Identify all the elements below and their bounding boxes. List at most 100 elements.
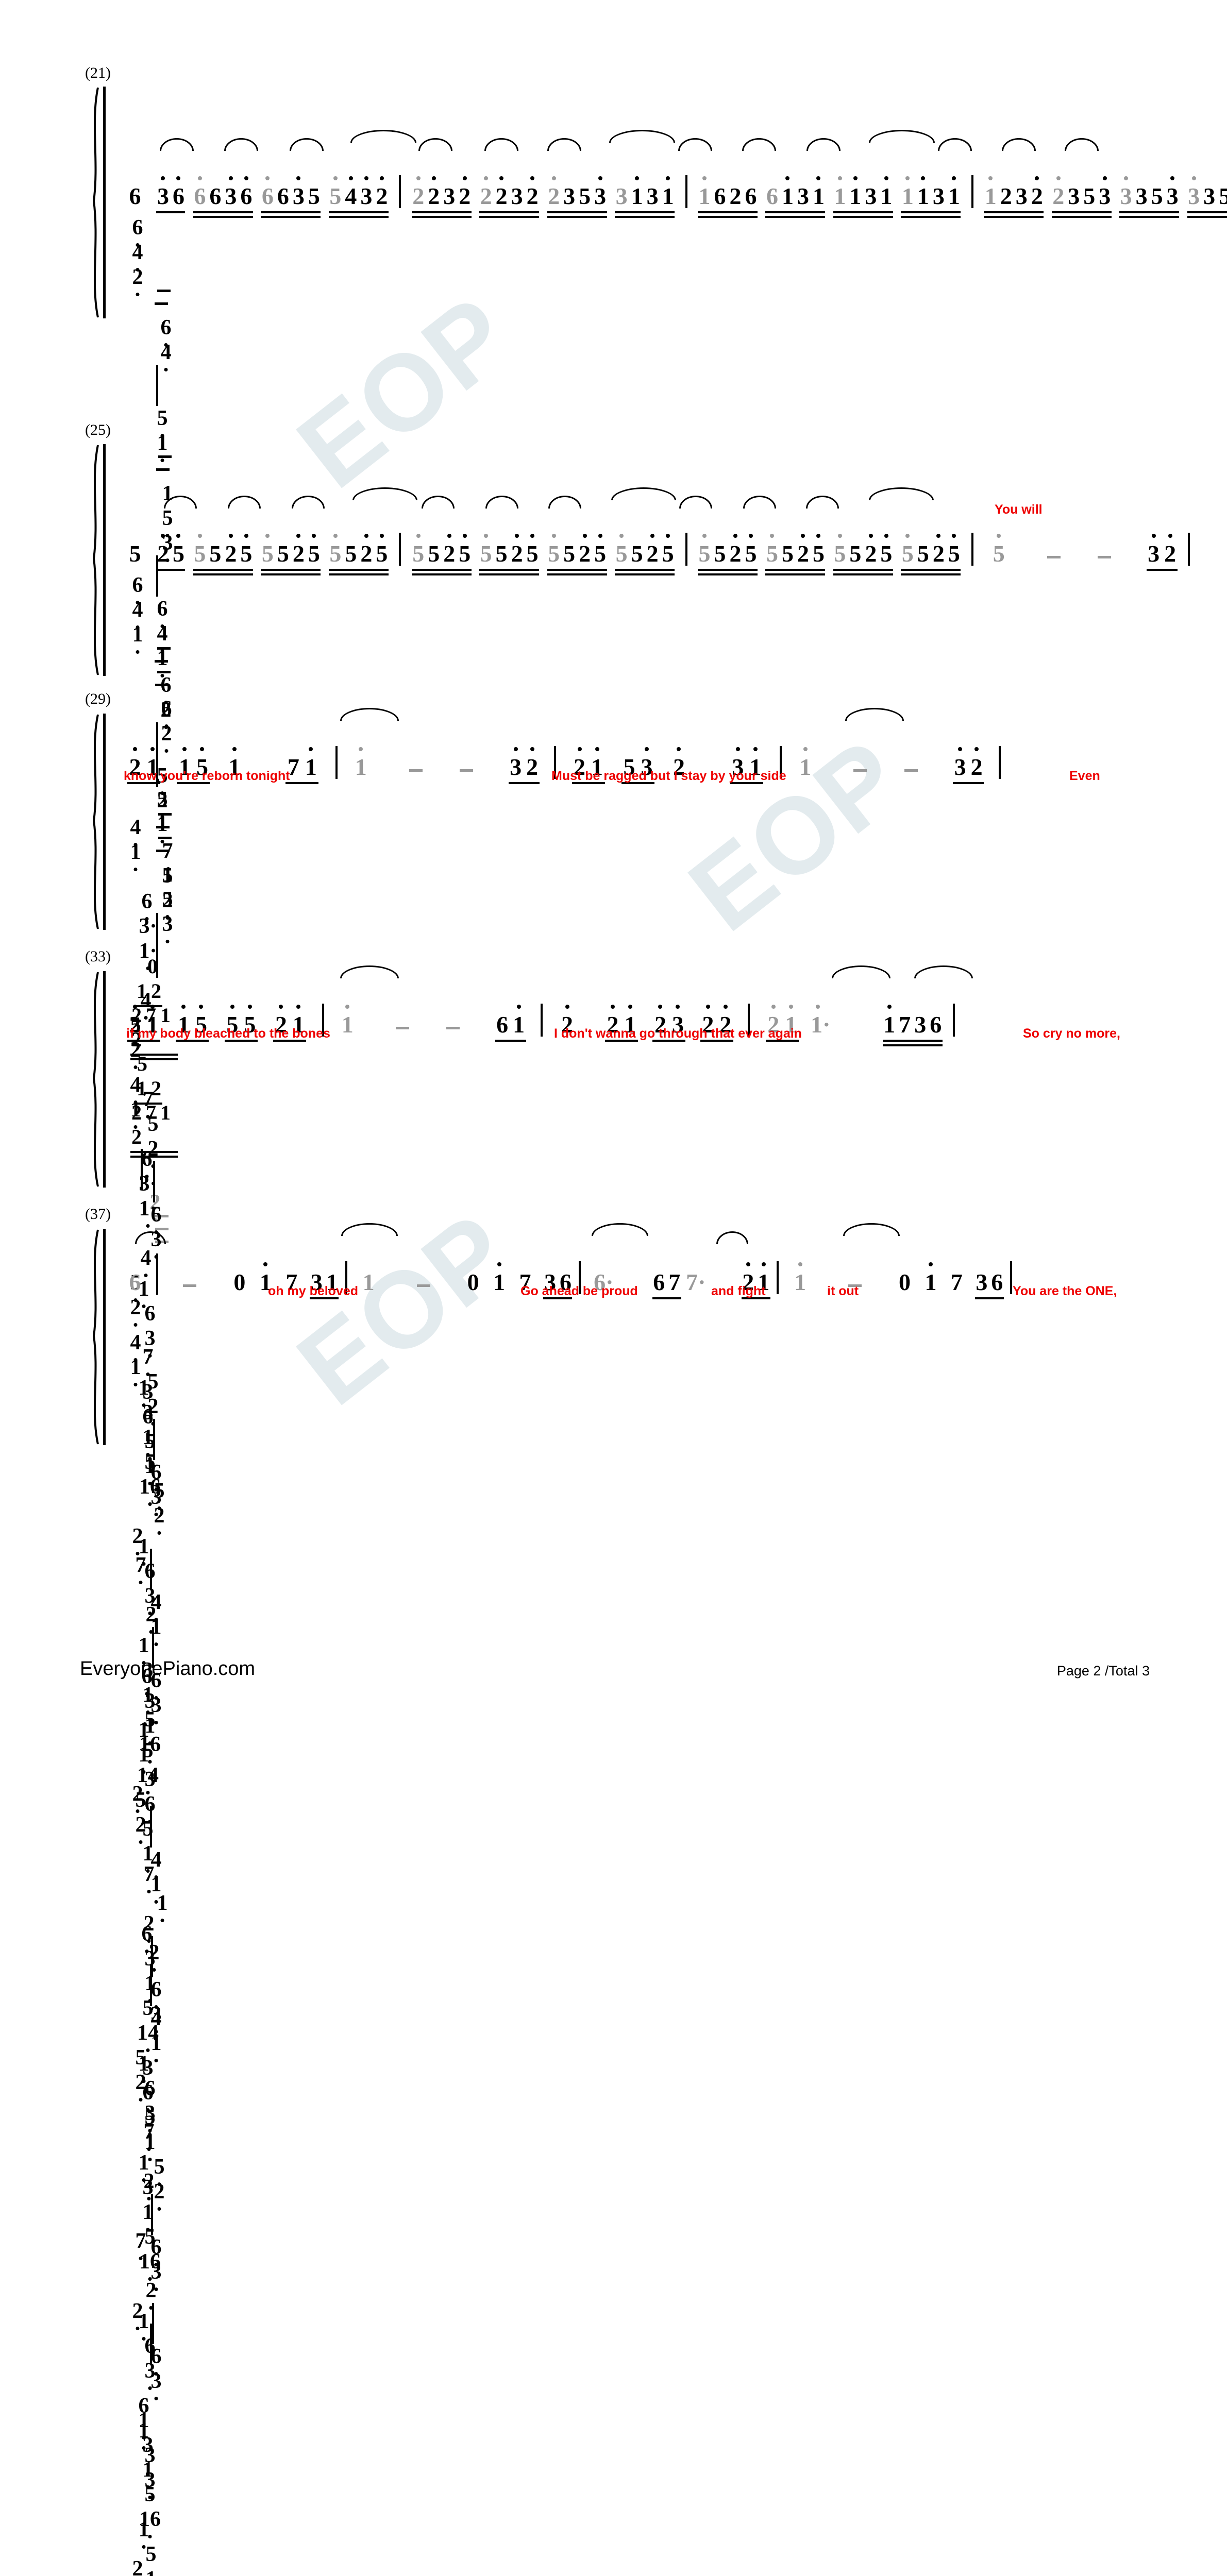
sustain-dash <box>1098 556 1112 558</box>
note: 3 <box>1146 534 1162 566</box>
note: 5 <box>171 534 186 566</box>
bass-note: 2 <box>142 1602 160 1634</box>
note: 3 <box>359 176 374 208</box>
system-barline-3 <box>103 714 106 930</box>
note: 3 <box>291 176 306 208</box>
note: 3 <box>511 183 523 209</box>
bass-note: 3 <box>142 1380 154 1404</box>
slur <box>832 965 890 978</box>
bass-chord: 7 <box>131 1528 150 1584</box>
barline <box>1010 1261 1013 1294</box>
bass-note: 1 <box>126 1097 145 1129</box>
system-barline-1 <box>103 87 106 318</box>
beam-group: 36 <box>155 176 186 213</box>
slur <box>548 496 581 509</box>
bass-note <box>145 1916 163 1940</box>
bass-chord: 642 <box>126 215 149 296</box>
note-tied: 6 <box>260 176 275 208</box>
bass-note: 2 <box>126 1295 145 1327</box>
note: 5 <box>743 534 759 566</box>
beam-group: 32 <box>508 747 541 784</box>
grand-staff-brace-5 <box>88 1229 101 1445</box>
bass-note <box>131 1528 150 1553</box>
beam-group: 2353 <box>1051 176 1113 218</box>
barline <box>685 175 687 208</box>
bass-note: 1 <box>153 1891 172 1922</box>
bass-note: 1· <box>138 1196 158 1228</box>
system-barline-2 <box>103 444 106 676</box>
note: 6 <box>129 183 141 209</box>
note: 5 <box>374 534 390 566</box>
barline <box>156 365 158 406</box>
note-tied: 6 <box>129 1269 141 1295</box>
bass-chord: 51 <box>142 2542 160 2576</box>
note: 2 <box>359 534 374 566</box>
bass-chord: 6 <box>138 1122 156 1178</box>
note: 5 <box>495 540 508 567</box>
note-tied: 1· <box>810 1005 831 1037</box>
lyric-line: Go ahead be proud <box>520 1284 638 1298</box>
note: 5 <box>1219 183 1227 209</box>
beam-group: 5525 <box>478 534 540 575</box>
slur <box>290 138 324 151</box>
barline <box>150 1965 152 2006</box>
slur <box>609 130 675 143</box>
slur <box>485 496 518 509</box>
bass-chord: 36 <box>139 2056 157 2112</box>
note: 6 <box>171 176 186 208</box>
bass-note: 3 <box>142 2056 154 2080</box>
slur <box>224 138 258 151</box>
note: 6 <box>239 176 254 208</box>
slur <box>422 496 455 509</box>
note-tied: 1 <box>352 747 369 779</box>
bass-note: 4 <box>155 340 177 371</box>
note-tied: 2 <box>411 176 426 208</box>
slur <box>843 1223 900 1236</box>
note: 3 <box>914 1011 927 1038</box>
note: 2 <box>223 534 239 566</box>
note: 6 <box>930 1011 942 1038</box>
note: 6 <box>714 183 726 209</box>
note: 1 <box>811 176 826 208</box>
bass-note: 5 <box>141 2105 159 2137</box>
footer-page-number: Page 2 /Total 3 <box>1056 1663 1150 1679</box>
bass-note: 4 <box>126 815 145 846</box>
bass-note: 6 <box>141 1792 159 1823</box>
bass-note: 3· <box>139 1172 157 1196</box>
bass-note: 5 <box>151 406 174 437</box>
slur <box>418 138 452 151</box>
note: 2 <box>1162 534 1179 566</box>
melody-row-25: 5 25 5525 5525 5525 5525 5525 5525 5 5 2… <box>126 533 1197 575</box>
barline <box>777 1261 779 1294</box>
bass-chord: 36 <box>139 1380 157 1436</box>
note: 5 <box>129 540 141 567</box>
bass-note: 6 <box>138 889 156 921</box>
slur <box>678 138 712 151</box>
bass-note: 3 <box>144 2444 156 2467</box>
bass-note: 2 <box>145 1940 163 1972</box>
note-tied: 5 <box>478 534 494 566</box>
note: 2 <box>931 534 946 566</box>
bass-note: 4 <box>126 1330 145 1362</box>
melody-row-21: 6 36 6636 6635 5432 2232 2232 2353 3 1 3… <box>126 175 1227 218</box>
note: 5 <box>811 534 826 566</box>
note-tied: 6 <box>192 176 208 208</box>
slur <box>806 496 839 509</box>
bass-note: 4 <box>126 598 149 629</box>
bass-note: 3 <box>147 2369 165 2400</box>
bass-note: 6 <box>155 315 177 347</box>
bass-note <box>138 865 156 889</box>
note: 0 <box>233 1269 246 1295</box>
note: 2 <box>374 176 390 208</box>
beam-group: 5525 <box>411 534 473 575</box>
sustain-dash <box>155 660 168 663</box>
beam-group: 6131 <box>764 176 826 218</box>
note: 5 <box>457 534 473 566</box>
note: 3 <box>797 183 809 209</box>
barline <box>971 175 973 208</box>
note: 1 <box>882 1005 897 1037</box>
slur <box>547 138 581 151</box>
bass-note: 6 <box>138 1147 156 1178</box>
sustain-dash <box>158 455 172 458</box>
bass-chord: 3· 1· <box>138 1172 158 1228</box>
